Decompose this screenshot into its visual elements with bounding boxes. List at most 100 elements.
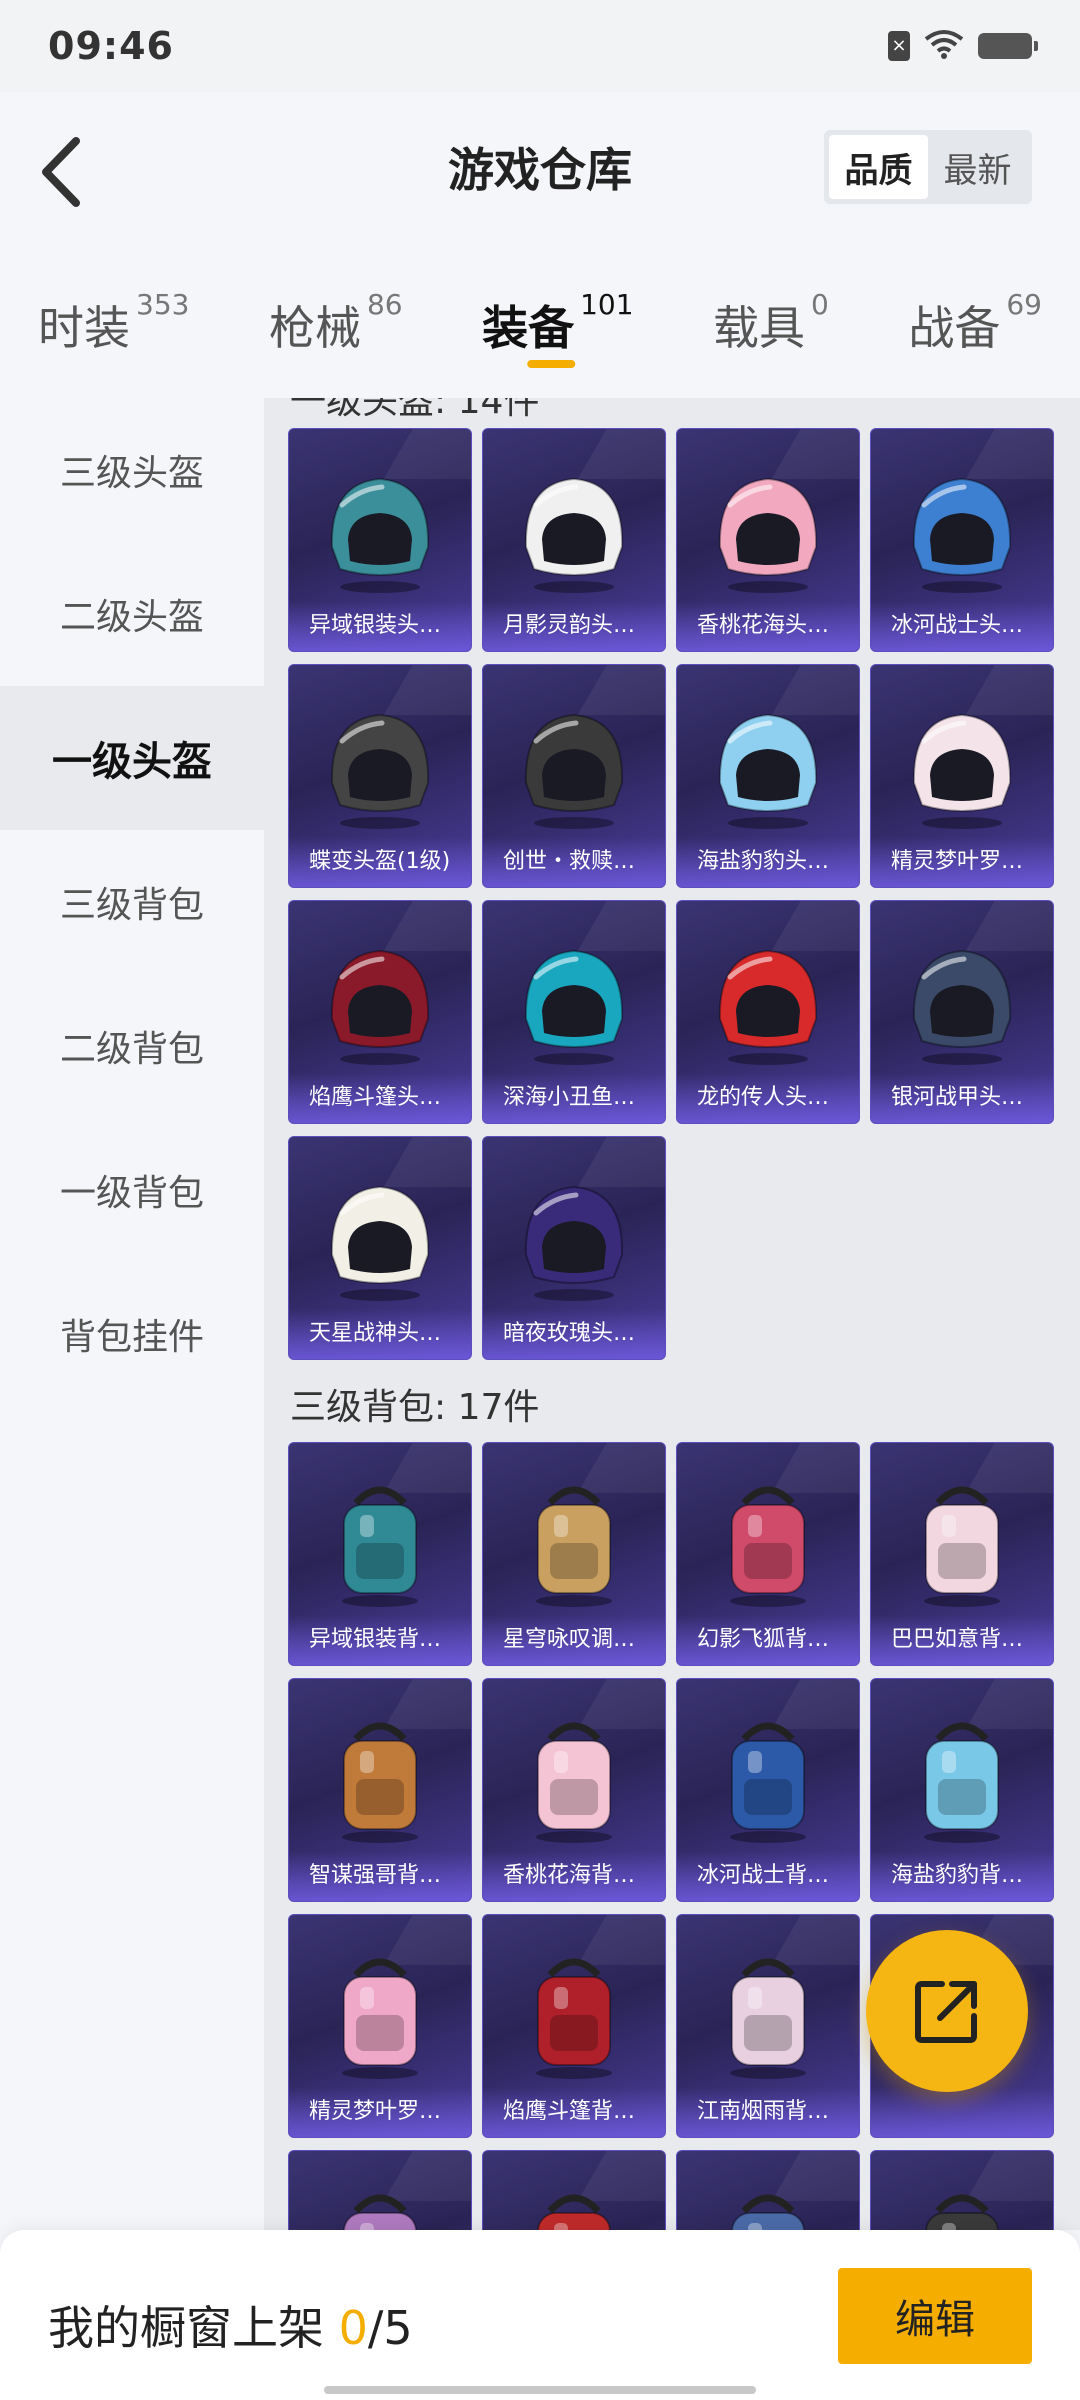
- item-card[interactable]: 银河战甲头…: [870, 900, 1054, 1124]
- tab-count: 69: [1006, 288, 1042, 321]
- item-card[interactable]: 冰河战士头…: [870, 428, 1054, 652]
- sort-toggle: 品质 最新: [824, 130, 1032, 204]
- backpack-image: [902, 1715, 1022, 1845]
- item-label: 焰鹰斗篷背…: [483, 2087, 665, 2137]
- item-card[interactable]: 深海小丑鱼…: [482, 900, 666, 1124]
- helmet-image: [902, 701, 1022, 831]
- sidebar-item-helmet-3[interactable]: 三级头盔: [0, 398, 264, 542]
- backpack-image: [320, 1951, 440, 2081]
- item-card[interactable]: 冰河战士背…: [676, 1678, 860, 1902]
- item-label: [871, 2087, 1053, 2137]
- backpack-image: [320, 2187, 440, 2230]
- helmet-image: [708, 465, 828, 595]
- helmet-image: [902, 465, 1022, 595]
- backpack-image: [514, 1715, 634, 1845]
- item-label: 江南烟雨背…: [677, 2087, 859, 2137]
- tab-label: 战备: [908, 301, 1001, 355]
- item-label: 巴巴如意背…: [871, 1615, 1053, 1665]
- backpack-image: [514, 1951, 634, 2081]
- item-label: 暗夜玫瑰头…: [483, 1309, 665, 1359]
- item-label: 冰河战士头…: [871, 601, 1053, 651]
- tab-gear[interactable]: 战备 69: [908, 268, 1042, 398]
- helmet-image: [514, 701, 634, 831]
- showcase-status: 我的橱窗上架 0/5: [48, 2292, 413, 2358]
- item-grid: 异域银装背… 星穹咏叹调… 幻影飞狐背… 巴巴如意背… 智谋强哥背… 香桃花海背… 冰河战士…: [264, 1442, 1080, 2230]
- item-card[interactable]: 蝶变头盔(1级): [288, 664, 472, 888]
- item-card[interactable]: 焰鹰斗篷背…: [482, 1914, 666, 2138]
- tab-fashion[interactable]: 时装 353: [38, 268, 189, 398]
- item-card[interactable]: 异域银装头…: [288, 428, 472, 652]
- sidebar-item-backpack-3[interactable]: 三级背包: [0, 830, 264, 974]
- tab-count: 353: [136, 288, 190, 321]
- item-card[interactable]: 香桃花海头…: [676, 428, 860, 652]
- item-grid: 异域银装头… 月影灵韵头… 香桃花海头… 冰河战士头… 蝶变头盔(1级) 创世・救赎… 海盐…: [264, 428, 1080, 1360]
- battery-icon: [978, 33, 1038, 59]
- item-card[interactable]: 精灵梦叶罗…: [870, 664, 1054, 888]
- item-card[interactable]: [676, 2150, 860, 2230]
- item-card[interactable]: 江南烟雨背…: [676, 1914, 860, 2138]
- item-card[interactable]: 天星战神头…: [288, 1136, 472, 1360]
- sidebar-item-helmet-2[interactable]: 二级头盔: [0, 542, 264, 686]
- backpack-image: [708, 1715, 828, 1845]
- sort-newest-button[interactable]: 最新: [928, 135, 1027, 199]
- item-card[interactable]: [288, 2150, 472, 2230]
- helmet-image: [708, 937, 828, 1067]
- tab-count: 101: [580, 288, 634, 321]
- status-time: 09:46: [48, 24, 174, 68]
- backpack-image: [708, 1479, 828, 1609]
- item-card[interactable]: 暗夜玫瑰头…: [482, 1136, 666, 1360]
- tab-count: 0: [811, 288, 829, 321]
- share-button[interactable]: [866, 1930, 1028, 2092]
- item-label: 海盐豹豹背…: [871, 1851, 1053, 1901]
- item-card[interactable]: 星穹咏叹调…: [482, 1442, 666, 1666]
- item-card[interactable]: 异域银装背…: [288, 1442, 472, 1666]
- item-label: 焰鹰斗篷头…: [289, 1073, 471, 1123]
- item-card[interactable]: 香桃花海背…: [482, 1678, 666, 1902]
- item-card[interactable]: [482, 2150, 666, 2230]
- backpack-image: [708, 1951, 828, 2081]
- tab-guns[interactable]: 枪械 86: [269, 268, 403, 398]
- edit-button[interactable]: 编辑: [838, 2268, 1032, 2364]
- item-card[interactable]: 幻影飞狐背…: [676, 1442, 860, 1666]
- item-card[interactable]: 海盐豹豹头…: [676, 664, 860, 888]
- item-label: 香桃花海背…: [483, 1851, 665, 1901]
- showcase-prefix: 我的橱窗上架: [48, 2301, 339, 2355]
- helmet-image: [514, 937, 634, 1067]
- helmet-image: [320, 701, 440, 831]
- item-card[interactable]: [870, 2150, 1054, 2230]
- sidebar-item-backpack-2[interactable]: 二级背包: [0, 974, 264, 1118]
- showcase-total: /5: [367, 2301, 413, 2355]
- tab-equipment[interactable]: 装备 101: [482, 268, 634, 398]
- item-label: 异域银装头…: [289, 601, 471, 651]
- item-card[interactable]: 焰鹰斗篷头…: [288, 900, 472, 1124]
- home-indicator[interactable]: [324, 2386, 756, 2394]
- item-label: 海盐豹豹头…: [677, 837, 859, 887]
- sidebar-item-helmet-1[interactable]: 一级头盔: [0, 686, 264, 830]
- tab-label: 时装: [38, 301, 130, 355]
- backpack-image: [708, 2187, 828, 2230]
- sort-quality-button[interactable]: 品质: [829, 135, 928, 199]
- backpack-image: [320, 1715, 440, 1845]
- item-card[interactable]: 龙的传人头…: [676, 900, 860, 1124]
- tab-vehicles[interactable]: 载具 0: [713, 268, 829, 398]
- section-title: 三级背包: 17件: [290, 1387, 540, 1428]
- sidebar-item-backpack-1[interactable]: 一级背包: [0, 1118, 264, 1262]
- item-card[interactable]: 智谋强哥背…: [288, 1678, 472, 1902]
- backpack-image: [902, 2187, 1022, 2230]
- item-label: 深海小丑鱼…: [483, 1073, 665, 1123]
- sidebar: 三级头盔 二级头盔 一级头盔 三级背包 二级背包 一级背包 背包挂件: [0, 398, 264, 2230]
- item-card[interactable]: 精灵梦叶罗…: [288, 1914, 472, 2138]
- category-tabs: 时装 353 枪械 86 装备 101 载具 0 战备 69: [0, 268, 1080, 398]
- item-label: 冰河战士背…: [677, 1851, 859, 1901]
- item-card[interactable]: 创世・救赎…: [482, 664, 666, 888]
- sidebar-item-backpack-charm[interactable]: 背包挂件: [0, 1262, 264, 1406]
- item-card[interactable]: 海盐豹豹背…: [870, 1678, 1054, 1902]
- helmet-image: [708, 701, 828, 831]
- bottom-bar: 我的橱窗上架 0/5 编辑: [0, 2230, 1080, 2400]
- wifi-icon: [924, 29, 964, 63]
- item-label: 蝶变头盔(1级): [289, 837, 471, 887]
- item-card[interactable]: 月影灵韵头…: [482, 428, 666, 652]
- item-card[interactable]: 巴巴如意背…: [870, 1442, 1054, 1666]
- item-label: 龙的传人头…: [677, 1073, 859, 1123]
- helmet-image: [320, 937, 440, 1067]
